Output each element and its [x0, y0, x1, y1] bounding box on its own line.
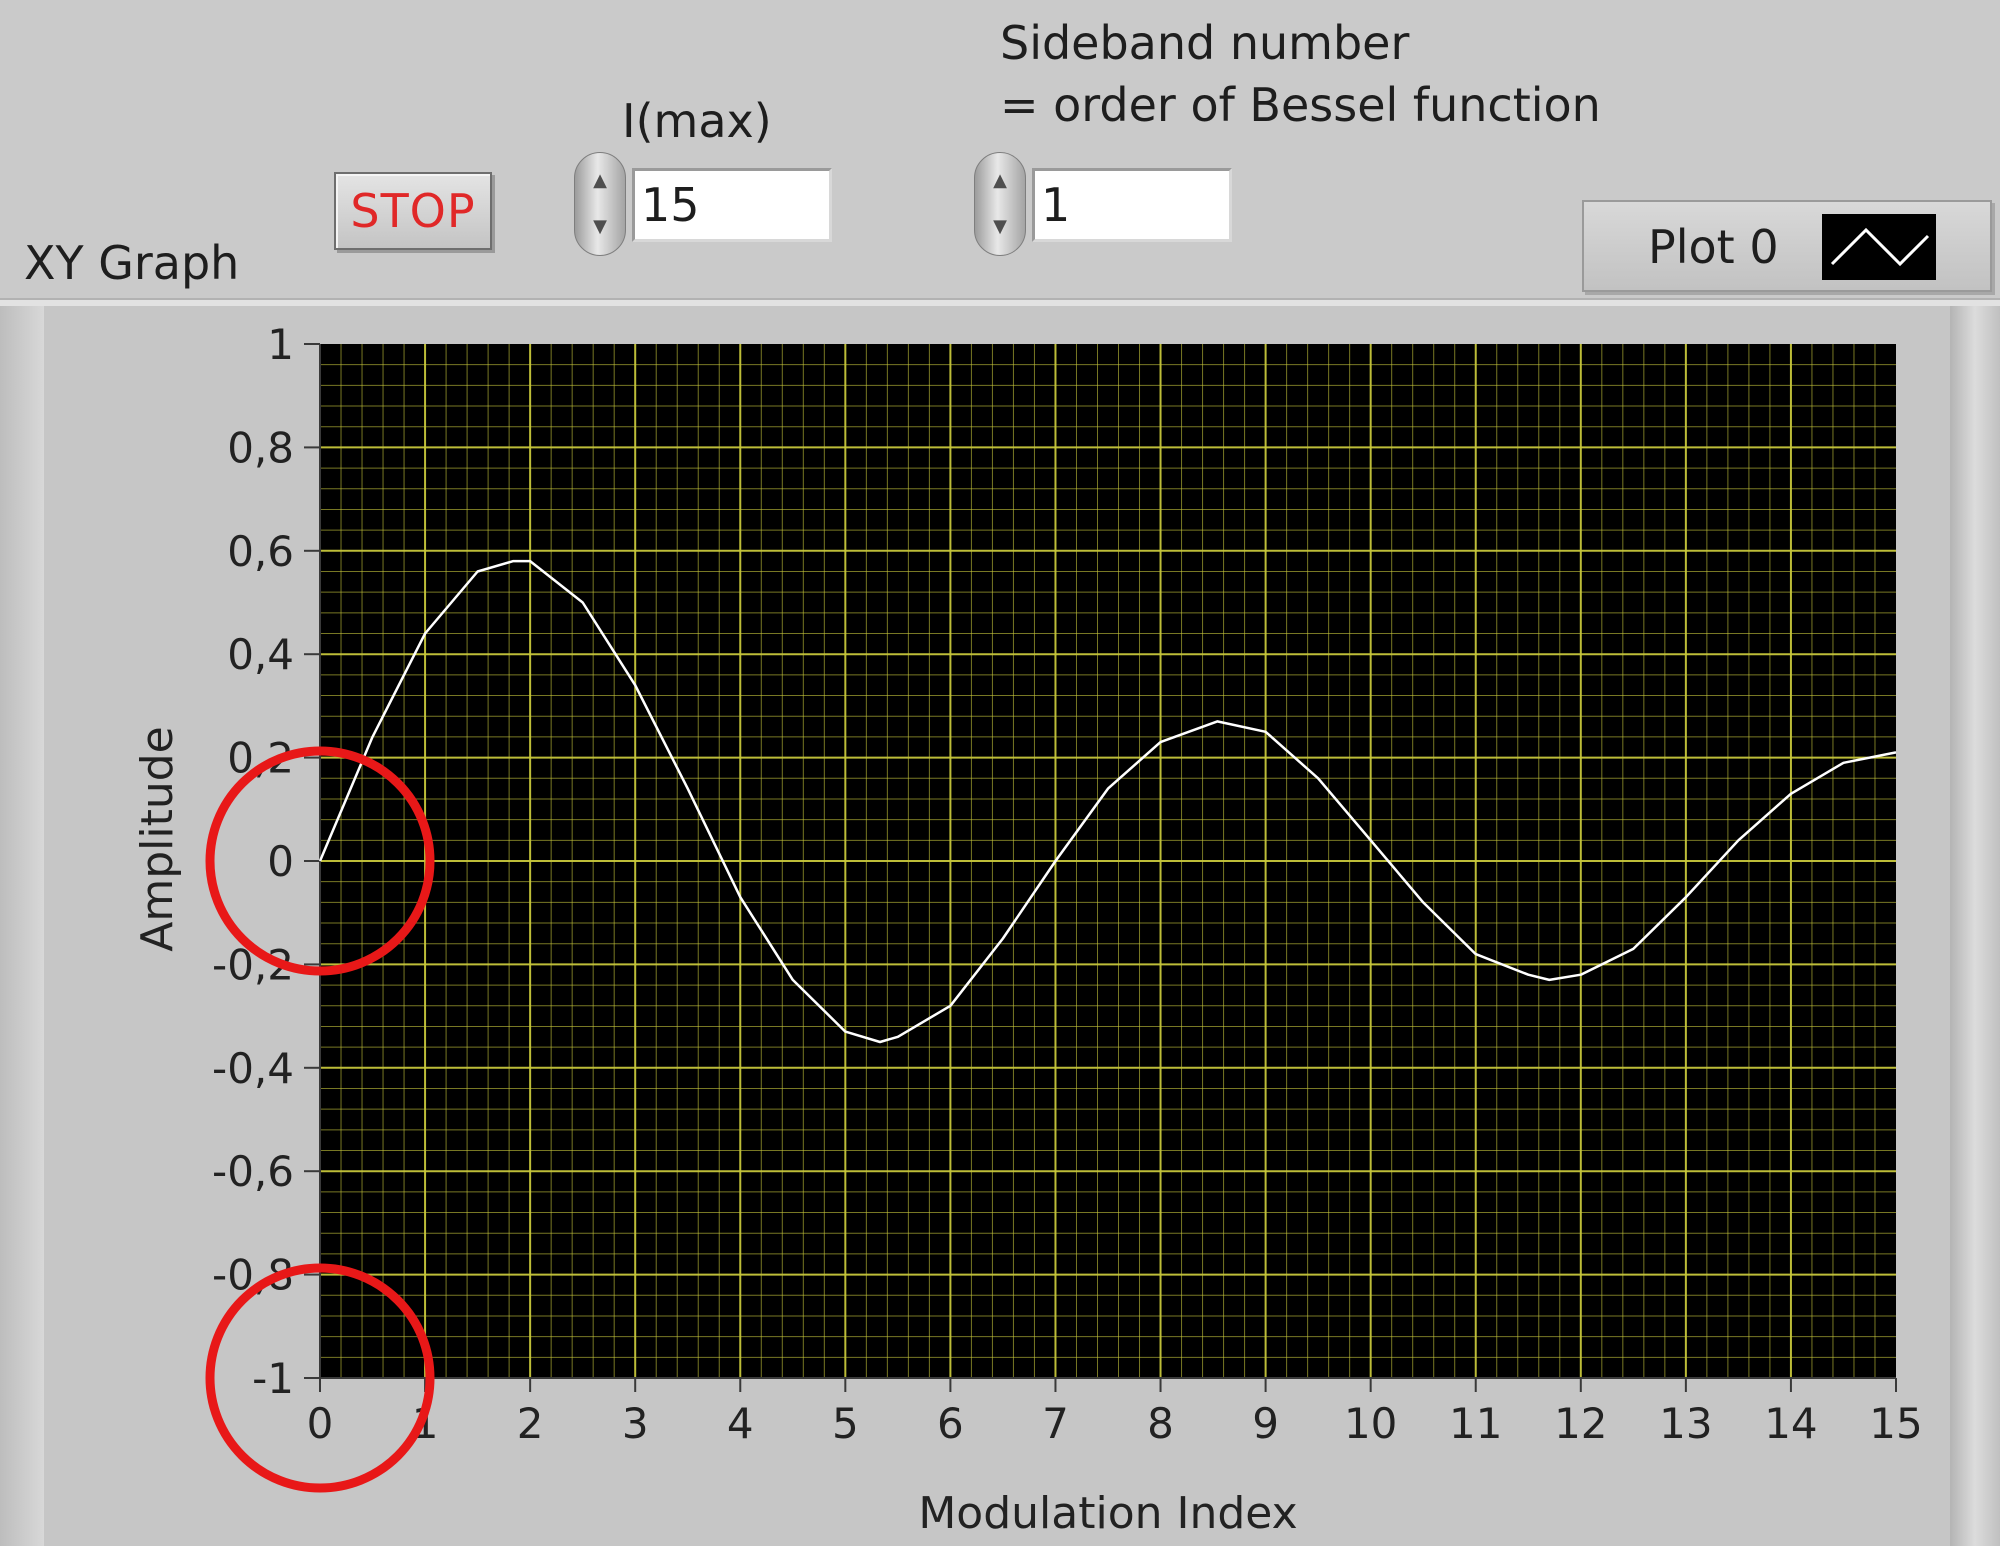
xy-graph[interactable]: 10,80,60,40,20-0,2-0,4-0,6-0,8-10 1 2 3 4 5 6 7…	[0, 0, 2000, 1546]
x-tick-label: 8	[1147, 1399, 1174, 1448]
x-tick-label: 13	[1659, 1399, 1712, 1448]
x-tick-label: 2	[517, 1399, 544, 1448]
x-tick-label: 0	[307, 1399, 334, 1448]
x-tick-label: 6	[937, 1399, 964, 1448]
x-tick-label: 11	[1449, 1399, 1502, 1448]
x-tick-label: 12	[1554, 1399, 1607, 1448]
y-tick-label: -0,6	[212, 1147, 294, 1196]
x-axis-title: Modulation Index	[918, 1488, 1297, 1539]
x-tick-label: 9	[1252, 1399, 1279, 1448]
x-tick-label: 4	[727, 1399, 754, 1448]
y-tick-label: -0,4	[212, 1044, 294, 1093]
x-tick-label: 15	[1869, 1399, 1922, 1448]
x-tick-label: 7	[1042, 1399, 1069, 1448]
x-tick-label: 14	[1764, 1399, 1817, 1448]
y-axis-title: Amplitude	[132, 726, 183, 951]
y-tick-label: 0,6	[227, 527, 294, 576]
y-tick-label: 1	[267, 320, 294, 369]
y-tick-label: 0,4	[227, 630, 294, 679]
y-tick-label: -1	[252, 1354, 294, 1403]
x-tick-label: 3	[622, 1399, 649, 1448]
x-tick-label: 10	[1344, 1399, 1397, 1448]
y-tick-label: 0,8	[227, 423, 294, 472]
y-tick-label: 0	[267, 837, 294, 886]
x-tick-label: 5	[832, 1399, 859, 1448]
